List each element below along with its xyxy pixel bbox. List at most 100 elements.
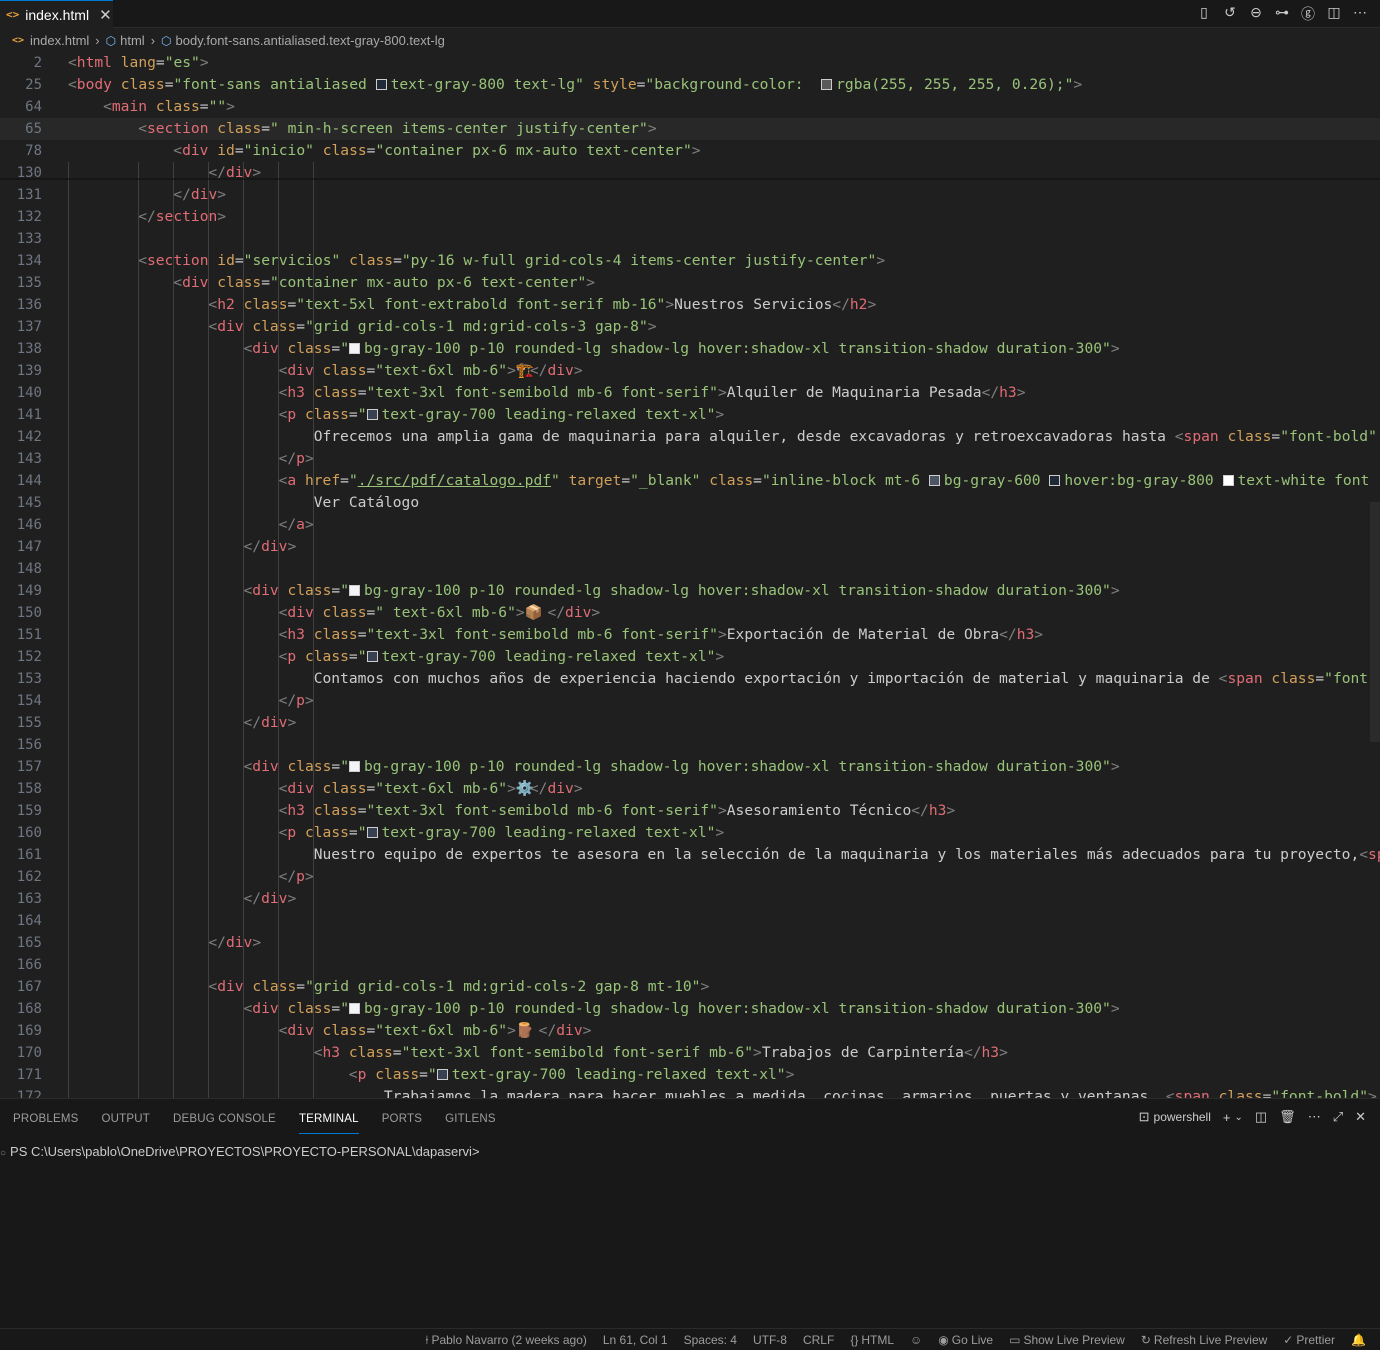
code-line[interactable]: 25 <body class="font-sans antialiased tex… [0, 74, 1380, 96]
cursor-position[interactable]: Ln 61, Col 1 [603, 1333, 668, 1348]
maximize-icon[interactable]: ⤢ [1333, 1109, 1343, 1125]
breadcrumb-body[interactable]: body.font-sans.antialiased.text-gray-800… [176, 33, 445, 48]
code-editor[interactable]: 2 <html lang="es"> 25 <body class="font-san… [0, 52, 1380, 1098]
tab-index-html[interactable]: <> index.html ✕ [0, 0, 113, 28]
code-line[interactable]: 65 <section class=" min-h-screen items-ce… [0, 118, 1380, 140]
show-live-preview-button[interactable]: ▭ Show Live Preview [1009, 1333, 1125, 1348]
code-line[interactable]: 157 <div class=" bg-gray-100 p-10 rounded-… [0, 756, 1380, 778]
code-line[interactable]: 149 <div class=" bg-gray-100 p-10 rounded-… [0, 580, 1380, 602]
terminal-prompt[interactable]: ○ PS C:\Users\pablo\OneDrive\PROYECTOS\PR… [0, 1144, 480, 1159]
code-line[interactable]: 131 </div> [0, 184, 1380, 206]
history-icon[interactable]: ↺ [1222, 4, 1238, 24]
code-line[interactable]: 156 [0, 734, 1380, 756]
terminal-shell-label[interactable]: powershell [1154, 1110, 1211, 1124]
git-blame-item[interactable]: ⍿ Pablo Navarro (2 weeks ago) [425, 1333, 587, 1348]
notifications-icon[interactable]: 🔔 [1351, 1333, 1366, 1348]
git-commit-icon[interactable]: ⊶ [1274, 4, 1290, 24]
code-line[interactable]: 140 <h3 class="text-3xl font-semibold mb-… [0, 382, 1380, 404]
indentation[interactable]: Spaces: 4 [684, 1333, 737, 1348]
code-line[interactable]: 163 </div> [0, 888, 1380, 910]
code-line[interactable]: 147 </div> [0, 536, 1380, 558]
code-line[interactable]: 145 Ver Catálogo [0, 492, 1380, 514]
color-swatch[interactable] [366, 651, 378, 662]
tab-ports[interactable]: PORTS [382, 1103, 422, 1133]
code-line[interactable]: 143 </p> [0, 448, 1380, 470]
split-terminal-icon[interactable]: ◫ [1255, 1109, 1267, 1125]
go-live-button[interactable]: ◉ Go Live [938, 1333, 993, 1348]
git-compare-icon[interactable]: ⊖ [1248, 4, 1264, 24]
code-line[interactable]: 169 <div class="text-6xl mb-6">🪵 </div> [0, 1020, 1380, 1042]
color-swatch[interactable] [928, 475, 940, 486]
code-line[interactable]: 151 <h3 class="text-3xl font-semibold mb-… [0, 624, 1380, 646]
split-icon[interactable]: ◫ [1326, 4, 1342, 24]
code-line[interactable]: 158 <div class="text-6xl mb-6">⚙️</div> [0, 778, 1380, 800]
code-line[interactable]: 150 <div class=" text-6xl mb-6">📦 </div> [0, 602, 1380, 624]
code-line[interactable]: 64 <main class=""> [0, 96, 1380, 118]
tab-gitlens[interactable]: GITLENS [445, 1103, 496, 1133]
code-line[interactable]: 155 </div> [0, 712, 1380, 734]
tab-output[interactable]: OUTPUT [102, 1103, 150, 1133]
tab-terminal[interactable]: TERMINAL [298, 1103, 359, 1134]
refresh-live-preview-button[interactable]: ↻ Refresh Live Preview [1141, 1333, 1267, 1348]
more-icon[interactable]: ⋯ [1308, 1109, 1321, 1125]
code-line[interactable]: 139 <div class="text-6xl mb-6">🏗️</div> [0, 360, 1380, 382]
code-line[interactable]: 132 </section> [0, 206, 1380, 228]
breadcrumb-file[interactable]: index.html [30, 33, 89, 48]
code-line[interactable]: 135 <div class="container mx-auto px-6 te… [0, 272, 1380, 294]
code-line[interactable]: 168 <div class=" bg-gray-100 p-10 rounded-… [0, 998, 1380, 1020]
code-line[interactable]: 130 </div> [0, 162, 1380, 184]
code-line[interactable]: 171 <p class=" text-gray-700 leading-relax… [0, 1064, 1380, 1086]
gitlens-icon[interactable]: ⓖ [1300, 4, 1316, 24]
close-icon[interactable]: ✕ [99, 6, 112, 24]
code-line[interactable]: 146 </a> [0, 514, 1380, 536]
add-terminal-icon[interactable]: + [1223, 1110, 1231, 1125]
code-line[interactable]: 159 <h3 class="text-3xl font-semibold mb-… [0, 800, 1380, 822]
more-icon[interactable]: ⋯ [1352, 4, 1368, 24]
color-swatch[interactable] [821, 79, 833, 90]
code-line[interactable]: 161 Nuestro equipo de expertos te asesora… [0, 844, 1380, 866]
code-line[interactable]: 144 <a href="./src/pdf/catalogo.pdf" targ… [0, 470, 1380, 492]
color-swatch[interactable] [348, 1003, 360, 1014]
color-swatch[interactable] [1222, 475, 1234, 486]
tab-problems[interactable]: PROBLEMS [13, 1103, 79, 1133]
code-line[interactable]: 134 <section id="servicios" class="py-16 … [0, 250, 1380, 272]
code-line[interactable]: 152 <p class=" text-gray-700 leading-relax… [0, 646, 1380, 668]
editor-scrollbar[interactable] [1370, 502, 1380, 742]
prettier-item[interactable]: ✓ Prettier [1283, 1333, 1335, 1348]
code-line[interactable]: 2 <html lang="es"> [0, 52, 1380, 74]
code-line[interactable]: 148 [0, 558, 1380, 580]
code-line[interactable]: 172 Trabajamos la madera para hacer muebl… [0, 1086, 1380, 1098]
code-line[interactable]: 164 [0, 910, 1380, 932]
preview-icon[interactable]: ▯ [1196, 4, 1212, 24]
color-swatch[interactable] [348, 343, 360, 354]
language-mode[interactable]: {} HTML [850, 1333, 894, 1348]
code-line[interactable]: 142 Ofrecemos una amplia gama de maquinar… [0, 426, 1380, 448]
copilot-icon[interactable]: ☺ [910, 1333, 922, 1348]
color-swatch[interactable] [375, 79, 387, 90]
color-swatch[interactable] [366, 827, 378, 838]
line-ending[interactable]: CRLF [803, 1333, 834, 1348]
trash-icon[interactable]: 🗑 [1279, 1109, 1296, 1125]
code-line[interactable]: 141 <p class=" text-gray-700 leading-relax… [0, 404, 1380, 426]
code-line[interactable]: 154 </p> [0, 690, 1380, 712]
code-line[interactable]: 136 <h2 class="text-5xl font-extrabold fo… [0, 294, 1380, 316]
code-line[interactable]: 162 </p> [0, 866, 1380, 888]
color-swatch[interactable] [366, 409, 378, 420]
code-line[interactable]: 170 <h3 class="text-3xl font-semibold fon… [0, 1042, 1380, 1064]
code-line[interactable]: 153 Contamos con muchos años de experienc… [0, 668, 1380, 690]
color-swatch[interactable] [1049, 475, 1061, 486]
breadcrumb-html[interactable]: html [120, 33, 145, 48]
code-line[interactable]: 167 <div class="grid grid-cols-1 md:grid-… [0, 976, 1380, 998]
encoding[interactable]: UTF-8 [753, 1333, 787, 1348]
code-token[interactable]: ./src/pdf/catalogo.pdf [358, 472, 551, 489]
code-line[interactable]: 133 [0, 228, 1380, 250]
close-icon[interactable]: ✕ [1355, 1109, 1366, 1125]
code-line[interactable]: 166 [0, 954, 1380, 976]
code-line[interactable]: 78 <div id="inicio" class="container px-6… [0, 140, 1380, 162]
color-swatch[interactable] [348, 585, 360, 596]
color-swatch[interactable] [348, 761, 360, 772]
code-line[interactable]: 165 </div> [0, 932, 1380, 954]
chevron-down-icon[interactable]: ⌄ [1234, 1112, 1242, 1123]
color-swatch[interactable] [436, 1069, 448, 1080]
code-line[interactable]: 160 <p class=" text-gray-700 leading-relax… [0, 822, 1380, 844]
